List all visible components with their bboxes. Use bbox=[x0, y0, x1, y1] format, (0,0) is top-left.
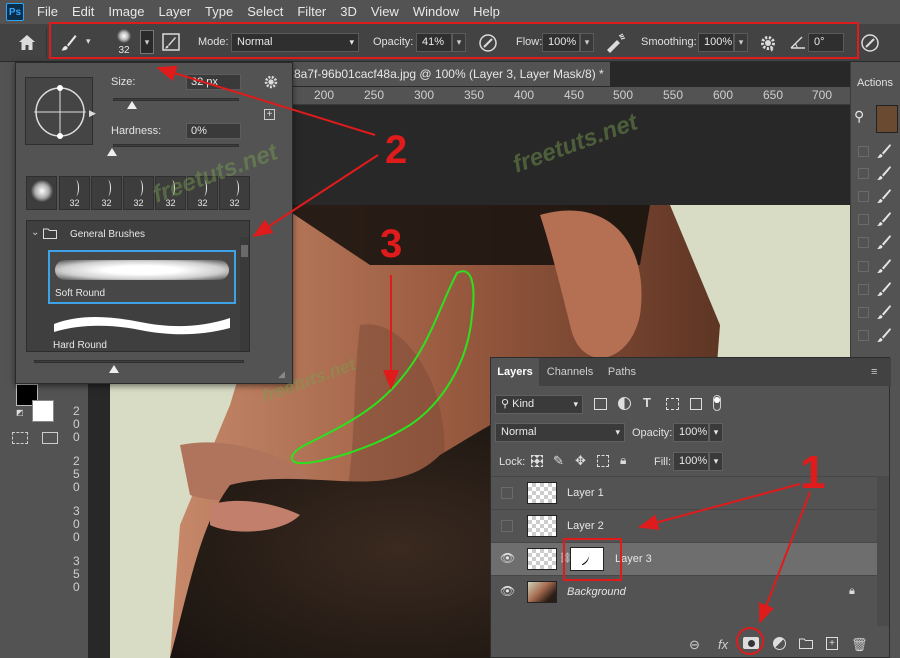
step-3-label: 3 bbox=[380, 222, 403, 266]
annotation-overlay bbox=[49, 22, 859, 655]
arrow-to-brush-list bbox=[252, 154, 379, 238]
options-bar-highlight bbox=[49, 22, 859, 59]
arrow-to-layer-3 bbox=[638, 483, 801, 531]
photoshop-window: Ps File Edit Image Layer Type Select Fil… bbox=[0, 0, 900, 658]
mask-thumbnail-highlight bbox=[563, 538, 622, 581]
arrow-to-brush-preset bbox=[156, 65, 376, 136]
mask-button-highlight bbox=[736, 627, 764, 655]
step-1-label: 1 bbox=[800, 446, 826, 498]
arrow-to-mask-button bbox=[758, 491, 811, 624]
step-2-label: 2 bbox=[385, 128, 408, 172]
